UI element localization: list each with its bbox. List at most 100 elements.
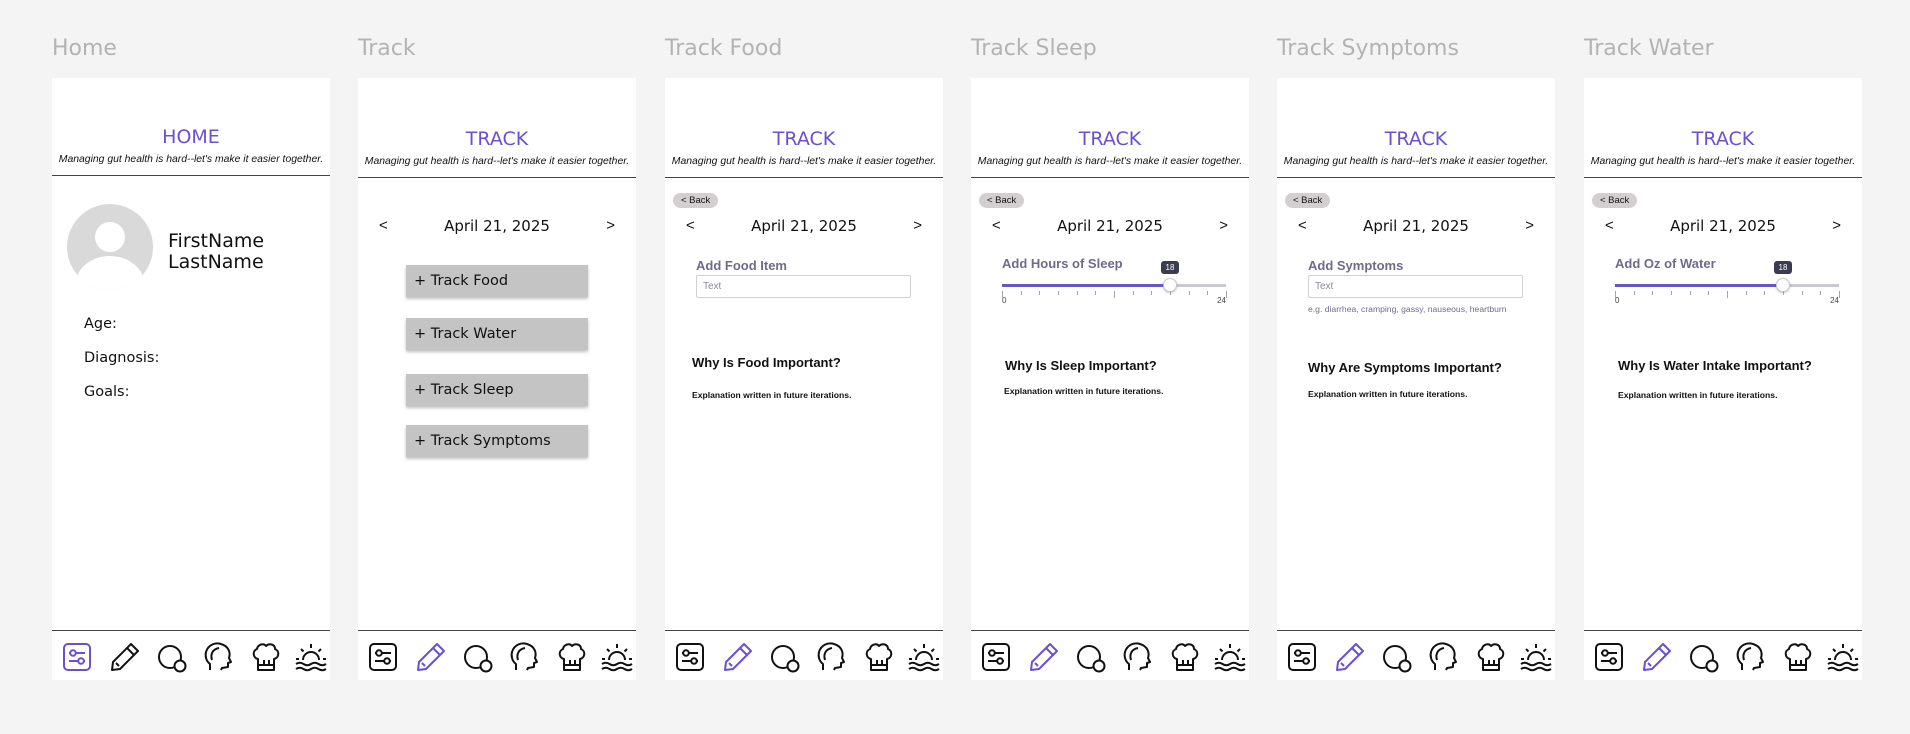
track-symptoms-button[interactable]: + Track Symptoms [406,425,588,457]
slider-tick [1652,291,1654,295]
frame-label-home: Home [52,36,117,61]
date-navigator: < April 21, 2025 > [358,217,636,237]
avatar[interactable] [67,204,153,290]
symptoms-input[interactable]: Text [1308,275,1523,298]
sunrise-icon[interactable] [1518,639,1554,675]
sliders-icon[interactable] [1284,639,1320,675]
sliders-icon[interactable] [672,639,708,675]
sliders-icon[interactable] [59,639,95,675]
head-profile-icon[interactable] [1425,639,1461,675]
slider-max-label: 24 [1217,296,1226,305]
why-water-text: Explanation written in future iterations… [1618,390,1778,400]
chef-hat-icon[interactable] [861,639,897,675]
slider-tick [1820,291,1822,295]
head-profile-icon[interactable] [1119,639,1155,675]
why-symptoms-heading: Why Are Symptoms Important? [1308,360,1502,375]
avatar-body [75,256,145,290]
chat-bubble-icon[interactable] [767,639,803,675]
head-profile-icon[interactable] [200,639,236,675]
sliders-icon[interactable] [365,639,401,675]
next-date-button[interactable]: > [913,217,922,234]
page-title: TRACK [1384,128,1448,150]
header-divider [971,177,1249,178]
current-date: April 21, 2025 [751,217,857,235]
chef-hat-icon[interactable] [1780,639,1816,675]
track-food-button[interactable]: + Track Food [406,265,588,297]
date-navigator: < April 21, 2025 > [1277,217,1555,237]
why-food-heading: Why Is Food Important? [692,355,841,370]
sunrise-icon[interactable] [1212,639,1248,675]
frame-label-track: Track [358,36,416,61]
pencil-icon[interactable] [107,639,143,675]
slider-tick [1783,291,1784,295]
next-date-button[interactable]: > [1219,217,1228,234]
back-button[interactable]: < Back [673,193,719,208]
sunrise-icon[interactable] [599,639,635,675]
slider-tick [1188,291,1190,295]
chat-bubble-icon[interactable] [1379,639,1415,675]
add-sleep-label: Add Hours of Sleep [1002,256,1123,271]
chef-hat-icon[interactable] [248,639,284,675]
sleep-hours-slider[interactable]: 18 0 24 [1002,261,1227,305]
home-screen: HOME Managing gut health is hard--let's … [52,78,330,680]
slider-tick [1745,291,1747,295]
header-divider [1277,177,1555,178]
why-symptoms-text: Explanation written in future iterations… [1308,389,1468,399]
symptoms-hint: e.g. diarrhea, cramping, gassy, nauseous… [1308,304,1507,314]
goals-label: Goals: [84,384,130,400]
pencil-icon[interactable] [720,639,756,675]
water-oz-slider[interactable]: 18 0 24 [1615,261,1840,305]
pencil-icon[interactable] [413,639,449,675]
bottom-nav [358,630,636,680]
slider-tick [1207,291,1209,295]
slider-tick [1170,291,1171,295]
chat-bubble-icon[interactable] [154,639,190,675]
track-sleep-button[interactable]: + Track Sleep [406,374,588,406]
sliders-icon[interactable] [978,639,1014,675]
slider-tick [1689,291,1691,295]
chat-bubble-icon[interactable] [1686,639,1722,675]
slider-tick [1226,291,1227,298]
page-title: TRACK [465,128,529,150]
track-sleep-screen: TRACK Managing gut health is hard--let's… [971,78,1249,680]
next-date-button[interactable]: > [1525,217,1534,234]
slider-thumb[interactable] [1163,278,1177,292]
frame-label-track-food: Track Food [665,36,783,61]
sunrise-icon[interactable] [1825,639,1861,675]
head-profile-icon[interactable] [506,639,542,675]
slider-tick [1114,291,1115,298]
back-button[interactable]: < Back [1592,193,1638,208]
slider-fill [1615,284,1783,287]
sunrise-icon[interactable] [906,639,942,675]
head-profile-icon[interactable] [813,639,849,675]
back-button[interactable]: < Back [979,193,1025,208]
track-water-button[interactable]: + Track Water [406,318,588,350]
head-profile-icon[interactable] [1732,639,1768,675]
bottom-nav [1277,630,1555,680]
slider-tick [1633,291,1635,295]
page-title: TRACK [772,128,836,150]
slider-tick [1671,291,1672,295]
page-tagline: Managing gut health is hard--let's make … [1590,156,1856,167]
page-tagline: Managing gut health is hard--let's make … [58,154,324,165]
chat-bubble-icon[interactable] [1073,639,1109,675]
pencil-icon[interactable] [1026,639,1062,675]
bottom-nav [971,630,1249,680]
chat-bubble-icon[interactable] [460,639,496,675]
page-tagline: Managing gut health is hard--let's make … [1283,156,1549,167]
food-item-input[interactable]: Text [696,275,911,298]
chef-hat-icon[interactable] [1167,639,1203,675]
slider-tick [1039,291,1041,295]
sliders-icon[interactable] [1591,639,1627,675]
pencil-icon[interactable] [1332,639,1368,675]
next-date-button[interactable]: > [606,217,615,234]
slider-tick [1058,291,1059,295]
chef-hat-icon[interactable] [1473,639,1509,675]
frame-label-track-sleep: Track Sleep [971,36,1097,61]
back-button[interactable]: < Back [1285,193,1331,208]
slider-thumb[interactable] [1776,278,1790,292]
next-date-button[interactable]: > [1832,217,1841,234]
sunrise-icon[interactable] [293,639,329,675]
chef-hat-icon[interactable] [554,639,590,675]
pencil-icon[interactable] [1639,639,1675,675]
